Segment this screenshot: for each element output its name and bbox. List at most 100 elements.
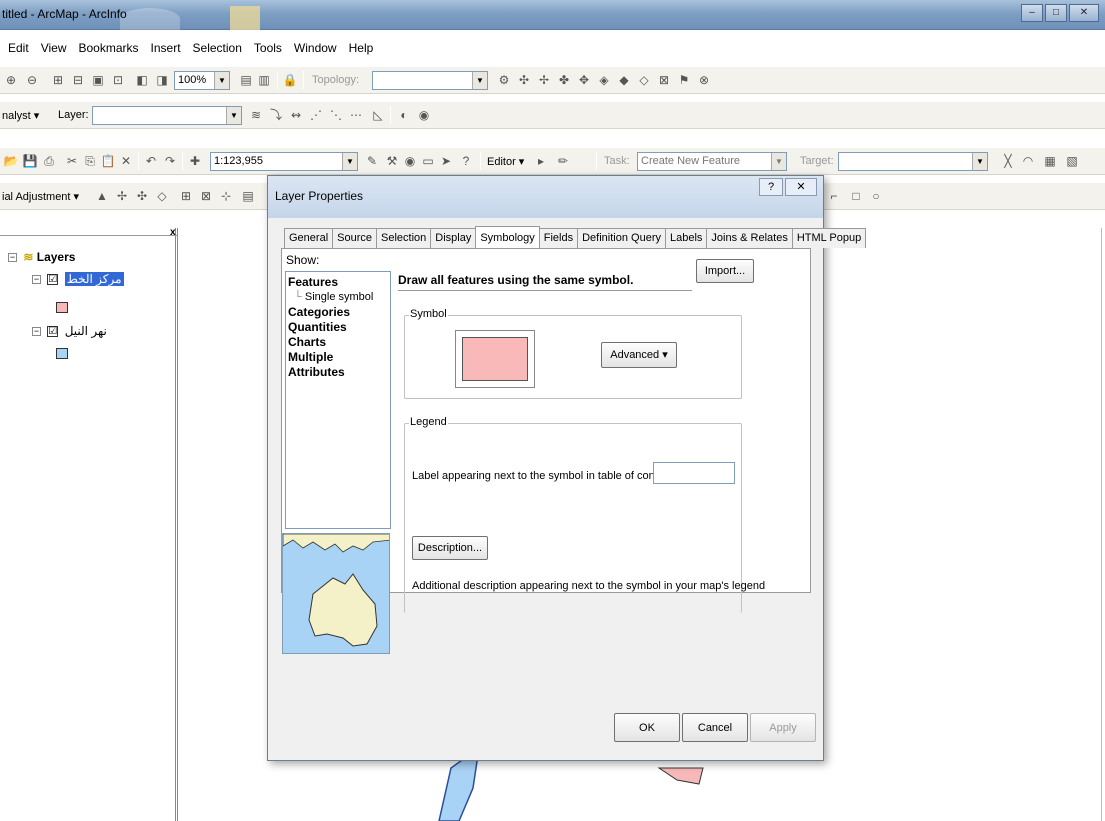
circle-tool-icon[interactable]: ○ [868,188,884,204]
chevron-down-icon[interactable]: ▼ [214,72,229,89]
copy-icon[interactable]: ⎘ [82,153,98,169]
undo-icon[interactable]: ↶ [143,153,159,169]
trace-tool-icon[interactable]: ⌐ [826,188,842,204]
layer-visibility-checkbox[interactable]: ☑ [47,326,59,338]
chevron-down-icon[interactable]: ▼ [226,107,241,124]
arcglobe-icon[interactable]: ◉ [416,107,432,123]
collapse-icon[interactable]: − [32,275,41,285]
chevron-down-icon[interactable]: ▼ [472,72,487,89]
error-inspector-icon[interactable]: ⊠ [656,72,672,88]
analyst-menu[interactable]: nalyst ▾ [2,109,39,122]
line-of-sight-icon[interactable]: ↭ [288,107,304,123]
minimize-button[interactable]: – [1021,4,1043,22]
redo-icon[interactable]: ↷ [162,153,178,169]
model-builder-icon[interactable]: ➤ [438,153,454,169]
multi-displacement-icon[interactable]: ◇ [154,188,170,204]
import-button[interactable]: Import... [696,259,754,283]
renderer-charts[interactable]: Charts [288,335,388,350]
link-table-icon[interactable]: ▤ [240,188,256,204]
tab-joins-relates[interactable]: Joins & Relates [706,228,793,248]
identity-link-icon[interactable]: ⊞ [178,188,194,204]
topology-tool-icon[interactable]: ⚙ [496,72,512,88]
topology-show-icon[interactable]: ✥ [576,72,592,88]
edge-match-icon[interactable]: ⊹ [218,188,234,204]
spatial-adjustment-menu[interactable]: ial Adjustment ▾ [2,190,79,203]
layer-name[interactable]: مركز الخط [64,272,124,286]
target-combo[interactable]: ▼ [838,152,988,171]
topology-shared-icon[interactable]: ✤ [556,72,572,88]
data-view-icon[interactable]: ▥ [256,72,272,88]
command-line-icon[interactable]: ▭ [420,153,436,169]
arccatalog-icon[interactable]: ◉ [402,153,418,169]
menu-help[interactable]: Help [341,38,378,58]
menu-edit[interactable]: Edit [0,38,33,58]
toc-layer-item[interactable]: − ☑ نهر النيل [32,324,107,338]
topology-props-icon[interactable]: ⚑ [676,72,692,88]
toc-layer-item[interactable]: − ☑ مركز الخط [32,272,124,286]
layer-symbol-swatch[interactable] [56,348,68,359]
tab-symbology[interactable]: Symbology [475,226,540,248]
renderer-categories[interactable]: Categories [288,305,388,320]
whats-this-icon[interactable]: ? [458,153,474,169]
sketch-props-icon[interactable]: ▧ [1064,153,1080,169]
profile-graph-icon[interactable]: ◺ [370,107,386,123]
add-data-icon[interactable]: ✚ [187,153,203,169]
layout-view-icon[interactable]: ▤ [238,72,254,88]
interpolate-line-icon[interactable]: ⋰ [308,107,324,123]
fixed-zoom-in-icon[interactable]: ⊞ [50,72,66,88]
back-extent-icon[interactable]: ◧ [134,72,150,88]
topology-extra-icon[interactable]: ⊗ [696,72,712,88]
zoom-level-combo[interactable]: 100% ▼ [174,71,230,90]
validate-extent-icon[interactable]: ◆ [616,72,632,88]
menu-insert[interactable]: Insert [143,38,185,58]
tab-source[interactable]: Source [332,228,377,248]
cut-icon[interactable]: ✂ [64,153,80,169]
tab-definition-query[interactable]: Definition Query [577,228,666,248]
modify-link-icon[interactable]: ✣ [134,188,150,204]
tab-display[interactable]: Display [430,228,477,248]
attributes-icon[interactable]: ▦ [1042,153,1058,169]
zoom-in-icon[interactable]: ⊕ [3,72,19,88]
forward-extent-icon[interactable]: ◨ [154,72,170,88]
split-tool-icon[interactable]: ╳ [1000,153,1016,169]
chevron-down-icon[interactable]: ▼ [771,153,786,170]
renderer-quantities[interactable]: Quantities [288,320,388,335]
tab-selection[interactable]: Selection [376,228,432,248]
editor-menu[interactable]: Editor ▾ [487,155,524,168]
lock-icon[interactable]: 🔒 [282,72,298,88]
tab-labels[interactable]: Labels [664,228,708,248]
contour-icon[interactable]: ≋ [248,107,264,123]
fix-topology-icon[interactable]: ◇ [636,72,652,88]
rotate-tool-icon[interactable]: ◠ [1020,153,1036,169]
edit-tool-icon[interactable]: ▸ [533,153,549,169]
rectangle-tool-icon[interactable]: □ [848,188,864,204]
menu-view[interactable]: View [33,38,71,58]
menu-window[interactable]: Window [286,38,341,58]
layer-combo[interactable]: ▼ [92,106,242,125]
task-combo[interactable]: Create New Feature ▼ [637,152,787,171]
menu-selection[interactable]: Selection [185,38,246,58]
polygon-feature[interactable] [657,767,704,785]
chevron-down-icon[interactable]: ▼ [342,153,357,170]
print-icon[interactable]: ⎙ [41,153,57,169]
paste-icon[interactable]: 📋 [100,153,116,169]
tab-fields[interactable]: Fields [538,228,579,248]
symbol-preview-button[interactable] [455,330,535,388]
topology-combo[interactable]: ▼ [372,71,488,90]
legend-label-field[interactable] [653,462,735,484]
select-elements-icon[interactable]: ▲ [94,188,110,204]
cancel-button[interactable]: Cancel [682,713,748,742]
renderer-multiple-attributes[interactable]: Multiple Attributes [288,350,388,380]
help-button[interactable]: ? [759,178,783,196]
tab-general[interactable]: General [284,228,334,248]
fixed-zoom-out-icon[interactable]: ⊟ [70,72,86,88]
chevron-down-icon[interactable]: ▼ [972,153,987,170]
description-button[interactable]: Description... [412,536,488,560]
arctoolbox-icon[interactable]: ⚒ [384,153,400,169]
interpolate-point-icon[interactable]: ⋱ [328,107,344,123]
ok-button[interactable]: OK [614,713,680,742]
toc-root-item[interactable]: − ≋ Layers [8,250,75,264]
toc-close-button[interactable]: x [170,227,176,238]
zoom-out-icon[interactable]: ⊖ [24,72,40,88]
steepest-path-icon[interactable]: ⤵ [268,107,284,123]
